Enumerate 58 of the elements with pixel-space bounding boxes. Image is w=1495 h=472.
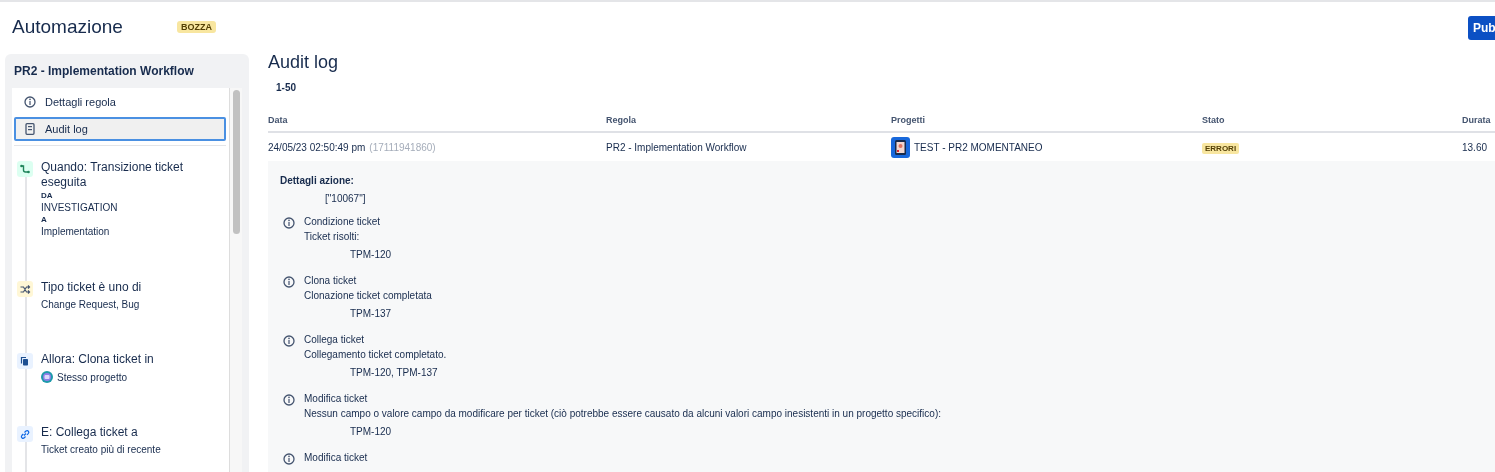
entry-message: Ticket risolti: — [304, 230, 361, 244]
info-icon — [283, 335, 295, 347]
draft-badge: BOZZA — [176, 21, 216, 33]
details-heading: Dettagli azione: — [280, 175, 355, 186]
details-value: ["10067"] — [325, 193, 367, 204]
transition-icon — [17, 161, 33, 177]
step-title[interactable]: E: Collega ticket a — [41, 425, 221, 440]
ticket-keys: TPM-120 — [350, 424, 941, 440]
publish-button[interactable]: Pub — [1468, 15, 1495, 40]
info-icon — [283, 276, 295, 288]
table-cell-text: 13.60 — [1462, 140, 1489, 155]
project-avatar-icon — [891, 136, 910, 158]
document-icon — [24, 123, 36, 135]
link-icon — [17, 426, 33, 442]
entry-message: Nessun campo o valore campo da modificare per ticket (ciò potrebbe essere causato da alcuni valori campo inesistenti in un progetto specifico): — [304, 407, 941, 421]
entry-title: Collega ticket — [304, 333, 366, 347]
info-icon — [283, 394, 295, 406]
entry-title: Clona ticket — [304, 274, 358, 288]
shuffle-icon — [17, 281, 33, 297]
step-subtitle: Stesso progetto — [57, 371, 128, 383]
ticket-keys: TPM-120 — [350, 247, 392, 263]
entry-title: Modifica ticket — [304, 392, 369, 406]
step-subtitle: Change Request, Bug — [41, 299, 140, 310]
table-cell-text: PR2 - Implementation Workflow — [606, 140, 748, 155]
step-subtitle: Ticket creato più di recente — [41, 444, 161, 455]
rule-title: PR2 - Implementation Workflow — [13, 63, 195, 80]
ticket-keys: TPM-120, TPM-137 — [350, 365, 447, 381]
section-title: Audit log — [268, 52, 340, 73]
entry-title: Modifica ticket — [304, 451, 368, 465]
info-icon — [24, 96, 36, 108]
column-header: Durata — [1462, 115, 1495, 133]
copy-icon — [17, 353, 33, 369]
scrollbar-thumb[interactable] — [232, 90, 240, 234]
column-header: Regola — [606, 115, 891, 133]
step-title[interactable]: Quando: Transizione ticket eseguita — [41, 160, 221, 190]
step-detail: A — [41, 214, 48, 226]
column-header: Stato — [1202, 115, 1462, 133]
ticket-keys: TPM-137 — [350, 306, 432, 322]
sidebar-item[interactable]: Dettagli regola — [14, 91, 226, 113]
execution-id: (17111941860) — [369, 141, 436, 153]
info-icon — [283, 453, 295, 465]
entry-message: Collegamento ticket completato. — [304, 348, 447, 362]
page-range: 1-50 — [276, 82, 297, 93]
date-text: 24/05/23 02:50:49 pm — [268, 141, 366, 153]
sidebar-item[interactable]: Audit log — [14, 117, 226, 141]
column-header: Progetti — [891, 115, 1202, 133]
info-icon — [283, 217, 295, 229]
step-title[interactable]: Tipo ticket è uno di — [41, 280, 221, 295]
step-detail: INVESTIGATION — [41, 202, 119, 214]
entry-message: Clonazione ticket completata — [304, 289, 432, 303]
status-badge: ERRORI — [1202, 142, 1240, 154]
step-title[interactable]: Allora: Clona ticket in — [41, 352, 221, 367]
page-title: Automazione — [12, 16, 123, 38]
step-detail: DA — [41, 190, 54, 202]
column-header: Data — [268, 115, 606, 133]
table-cell: TEST - PR2 MOMENTANEO — [914, 141, 1043, 153]
entry-title: Condizione ticket — [304, 215, 382, 229]
step-detail: Implementation — [41, 226, 111, 238]
